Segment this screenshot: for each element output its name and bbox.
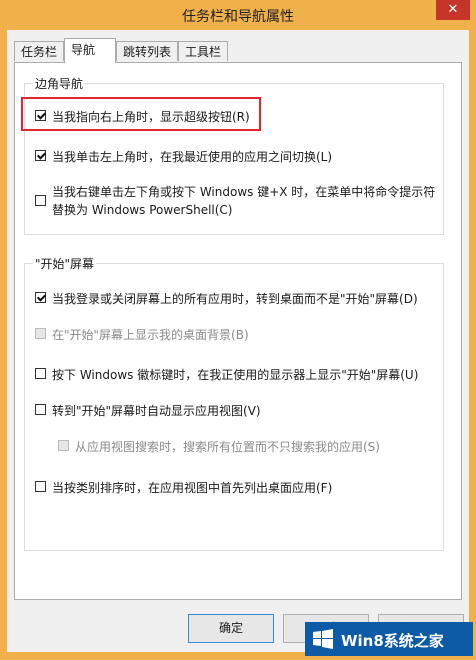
option-start-on-current-display[interactable]: 按下 Windows 徽标键时，在我正使用的显示器上显示"开始"屏幕(U): [35, 366, 418, 384]
title-bar: 任务栏和导航属性 ✕: [0, 0, 476, 30]
option-show-apps-view[interactable]: 转到"开始"屏幕时自动显示应用视图(V): [35, 402, 261, 420]
watermark: Win8系统之家: [305, 622, 473, 656]
window-title: 任务栏和导航属性: [182, 9, 294, 25]
checkbox-desktop-apps-first[interactable]: [35, 481, 46, 492]
option-desktop-background[interactable]: 在"开始"屏幕上显示我的桌面背景(B): [35, 326, 249, 344]
windows-logo-icon: [313, 629, 333, 649]
option-switch-apps-top-left[interactable]: 当我单击左上角时，在我最近使用的应用之间切换(L): [35, 148, 332, 166]
checkbox-desktop-background[interactable]: [35, 328, 46, 339]
close-button[interactable]: ✕: [436, 0, 470, 20]
checkbox-switch-apps[interactable]: [35, 150, 46, 161]
option-label: 当我单击左上角时，在我最近使用的应用之间切换(L): [52, 150, 333, 164]
tab-jumplists[interactable]: 跳转列表: [116, 41, 178, 61]
navigation-tab-panel: 边角导航 当我指向右上角时，显示超级按钮(R) 当我单击左上角时，在我最近使用的…: [14, 62, 462, 600]
tab-taskbar[interactable]: 任务栏: [14, 41, 64, 61]
corner-navigation-title: 边角导航: [33, 75, 86, 92]
highlight-box: [21, 97, 261, 131]
dialog-window: 任务栏和导航属性 ✕ 任务栏 导航 跳转列表 工具栏 边角导航 当我指向右上角时…: [0, 0, 476, 660]
option-label: 转到"开始"屏幕时自动显示应用视图(V): [52, 404, 261, 418]
option-desktop-apps-first[interactable]: 当按类别排序时，在应用视图中首先列出桌面应用(F): [35, 479, 332, 497]
checkbox-goto-desktop[interactable]: [35, 292, 46, 303]
start-screen-group: "开始"屏幕 当我登录或关闭屏幕上的所有应用时，转到桌面而不是"开始"屏幕(D)…: [24, 255, 444, 551]
option-label: 从应用视图搜索时，搜索所有位置而不只搜索我的应用(S): [75, 440, 380, 454]
option-label: 当按类别排序时，在应用视图中首先列出桌面应用(F): [52, 481, 333, 495]
start-screen-title: "开始"屏幕: [33, 255, 97, 272]
option-label: 在"开始"屏幕上显示我的桌面背景(B): [52, 328, 249, 342]
checkbox-show-apps-view[interactable]: [35, 404, 46, 415]
option-label: 当我登录或关闭屏幕上的所有应用时，转到桌面而不是"开始"屏幕(D): [52, 292, 418, 306]
tab-toolbars[interactable]: 工具栏: [178, 41, 228, 61]
checkbox-powershell[interactable]: [35, 195, 46, 206]
option-powershell[interactable]: 当我右键单击左下角或按下 Windows 键+X 时，在菜单中将命令提示符 替换…: [35, 183, 435, 219]
checkbox-start-on-current-display[interactable]: [35, 368, 46, 379]
option-goto-desktop[interactable]: 当我登录或关闭屏幕上的所有应用时，转到桌面而不是"开始"屏幕(D): [35, 290, 418, 308]
checkbox-search-everywhere[interactable]: [58, 440, 69, 451]
option-search-everywhere[interactable]: 从应用视图搜索时，搜索所有位置而不只搜索我的应用(S): [58, 438, 380, 456]
ok-button[interactable]: 确定: [188, 614, 274, 643]
option-label-line2: 替换为 Windows PowerShell(C): [52, 203, 233, 217]
option-label: 当我右键单击左下角或按下 Windows 键+X 时，在菜单中将命令提示符: [52, 185, 436, 199]
watermark-text: Win8系统之家: [341, 632, 444, 650]
option-label: 按下 Windows 徽标键时，在我正使用的显示器上显示"开始"屏幕(U): [52, 368, 419, 382]
tab-navigation[interactable]: 导航: [64, 38, 116, 63]
